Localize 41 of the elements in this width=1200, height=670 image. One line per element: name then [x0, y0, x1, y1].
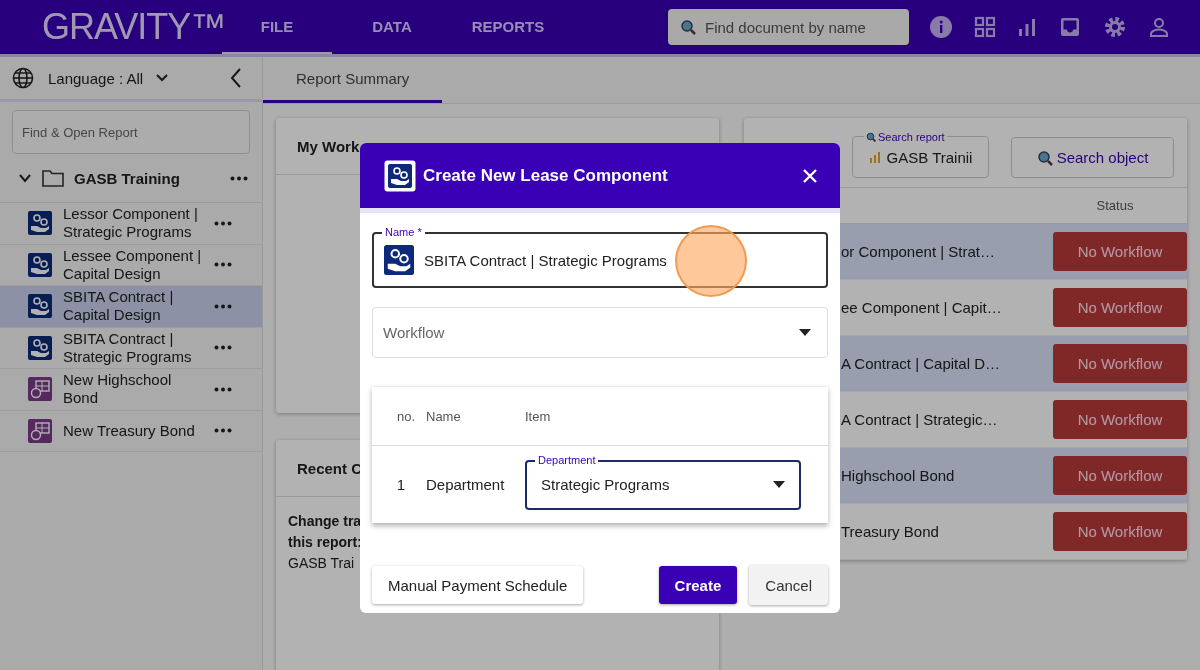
nav-tab[interactable]: DATA — [336, 0, 448, 54]
field-label: Name * — [382, 226, 425, 238]
status-button[interactable]: No Workflow — [1053, 232, 1187, 271]
workflow-dropdown[interactable]: Workflow — [372, 307, 828, 358]
info-label: this report: — [288, 533, 362, 552]
table-cell: or Component | Strat… — [841, 243, 995, 260]
search-field[interactable]: Find document by name — [668, 9, 909, 45]
nav-tab[interactable]: REPORTS — [452, 0, 564, 54]
info-value: GASB Trai — [288, 554, 355, 573]
table-cell-text: Department — [426, 476, 506, 493]
report-item[interactable]: New Highschool Bond — [0, 369, 262, 411]
folder-name[interactable]: GASB Training — [74, 169, 220, 187]
report-item[interactable]: New Treasury Bond — [0, 410, 262, 452]
table-cell: ee Component | Capit… — [841, 299, 1002, 316]
cancel-button[interactable]: Cancel — [749, 565, 828, 605]
logo: GRAVITY™ — [42, 6, 222, 48]
table-cell: A Contract | Capital D… — [841, 355, 1000, 372]
status-button[interactable]: No Workflow — [1053, 288, 1187, 327]
create-button[interactable]: Create — [658, 566, 738, 604]
column-header: no. — [395, 408, 415, 424]
table-cell: Treasury Bond — [841, 523, 939, 540]
table-cell: A Contract | Strategic… — [841, 411, 998, 428]
report-item[interactable]: SBITA Contract | Capital Design — [0, 286, 262, 328]
search-object-button[interactable]: Search object — [1011, 137, 1174, 178]
language-selector[interactable]: Language : All — [48, 69, 144, 87]
column-header: Name — [426, 408, 462, 424]
column-header: Item — [525, 408, 552, 424]
status-button[interactable]: No Workflow — [1053, 344, 1187, 383]
info-label: Change tra — [288, 512, 362, 531]
table-cell-text: 1 — [395, 476, 405, 493]
column-header: Status — [1095, 198, 1135, 213]
report-item[interactable]: Lessor Component | Strategic Programs — [0, 203, 262, 245]
search-field[interactable]: Find & Open Report — [12, 110, 250, 154]
manual-payment-button[interactable]: Manual Payment Schedule — [372, 566, 584, 604]
status-button[interactable]: No Workflow — [1053, 400, 1187, 439]
nav-tab[interactable]: FILE — [222, 0, 332, 54]
field-label: Department — [535, 453, 599, 466]
status-button[interactable]: No Workflow — [1053, 512, 1187, 551]
tab[interactable]: Report Summary — [263, 57, 443, 103]
table-cell: Highschool Bond — [841, 467, 955, 484]
status-button[interactable]: No Workflow — [1053, 456, 1187, 495]
